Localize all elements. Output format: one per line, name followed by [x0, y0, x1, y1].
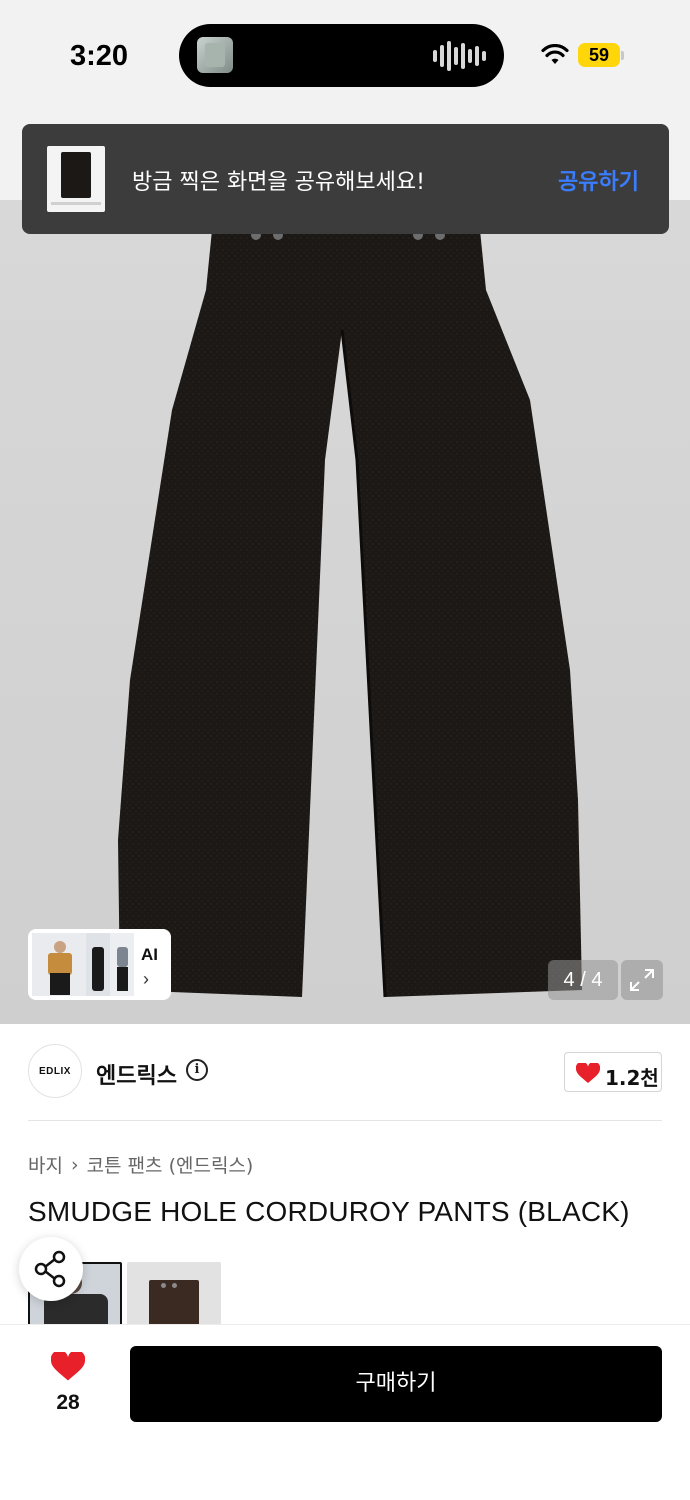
breadcrumb: 바지 › 코튼 팬츠 (엔드릭스) [28, 1151, 253, 1178]
share-screenshot-toast: 방금 찍은 화면을 공유해보세요! 공유하기 [22, 124, 669, 234]
ai-model-thumbnail [110, 933, 134, 996]
now-playing-artwork [197, 37, 233, 73]
brand-row: EDLIX 엔드릭스 i 1.2천 [0, 1024, 690, 1122]
info-icon[interactable]: i [186, 1059, 208, 1081]
chevron-right-icon: › [143, 969, 149, 989]
audio-waveform-icon [433, 40, 486, 72]
share-icon [34, 1250, 66, 1288]
image-page-counter: 4 / 4 [548, 960, 618, 1000]
brand-name[interactable]: 엔드릭스 [96, 1058, 177, 1090]
heart-icon [576, 1063, 600, 1083]
toast-share-button[interactable]: 공유하기 [558, 164, 639, 196]
product-image-pants [118, 230, 582, 998]
ai-label: AI [141, 945, 158, 964]
breadcrumb-item-category[interactable]: 바지 [28, 1151, 63, 1178]
brand-logo[interactable]: EDLIX [28, 1044, 82, 1098]
heart-icon[interactable] [51, 1352, 85, 1382]
share-button[interactable] [19, 1237, 83, 1301]
dynamic-island[interactable] [179, 24, 504, 87]
breadcrumb-item-subcategory[interactable]: 코튼 팬츠 (엔드릭스) [87, 1151, 254, 1178]
variant-thumbnail[interactable] [127, 1262, 221, 1332]
buy-button[interactable]: 구매하기 [130, 1346, 662, 1422]
expand-icon[interactable] [621, 960, 663, 1000]
toast-message: 방금 찍은 화면을 공유해보세요! [132, 170, 425, 195]
chevron-right-icon: › [70, 1153, 79, 1176]
brand-like-button[interactable]: 1.2천 [564, 1052, 662, 1092]
wishlist-count: 28 [56, 1391, 80, 1414]
wifi-icon [541, 44, 569, 64]
ai-styling-chip[interactable]: AI › [28, 929, 171, 1000]
divider [28, 1120, 662, 1121]
battery-cap [621, 51, 624, 60]
battery-icon: 59 [578, 43, 620, 67]
product-image-carousel[interactable]: AI › 4 / 4 [0, 200, 690, 1024]
status-time: 3:20 [70, 40, 129, 72]
bottom-action-bar: 28 구매하기 [0, 1324, 690, 1500]
brand-like-count: 1.2천 [605, 1066, 659, 1090]
screenshot-thumbnail[interactable] [47, 146, 105, 212]
ai-model-thumbnail [86, 933, 110, 996]
product-title: SMUDGE HOLE CORDUROY PANTS (BLACK) [28, 1196, 630, 1227]
ai-model-thumbnail [32, 933, 86, 996]
